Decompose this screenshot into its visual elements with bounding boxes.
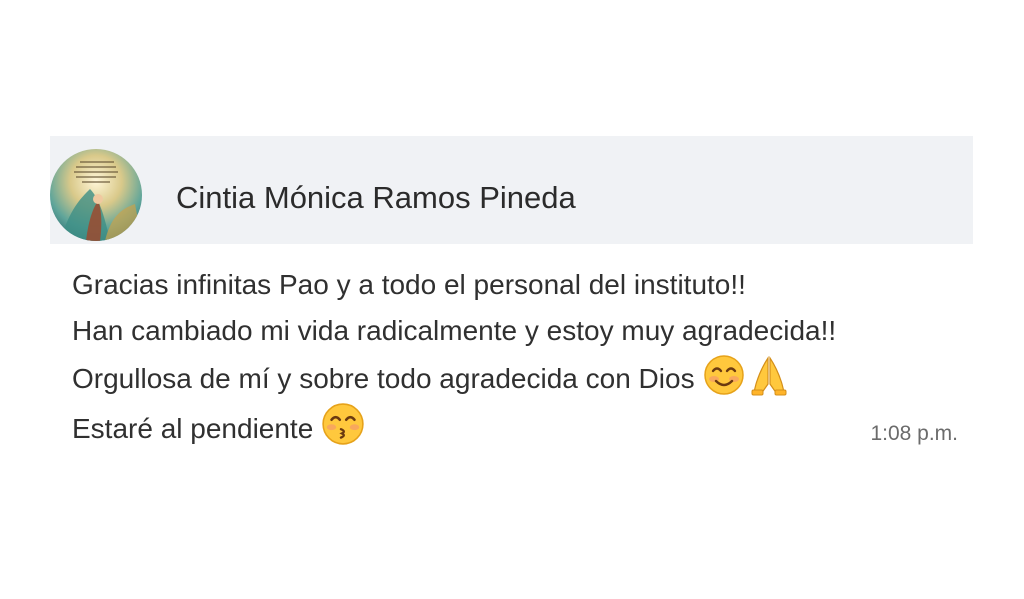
message-text: Gracias infinitas Pao y a todo el person… (72, 262, 836, 452)
message-bubble: Gracias infinitas Pao y a todo el person… (50, 244, 973, 450)
folded-hands-icon (749, 354, 789, 396)
message-line: Han cambiado mi vida radicalmente y esto… (72, 308, 836, 354)
chat-card: Cintia Mónica Ramos Pineda Gracias infin… (50, 136, 973, 450)
message-timestamp: 1:08 p.m. (870, 422, 958, 445)
message-line-text: Estaré al pendiente (72, 413, 314, 444)
message-line-text: Gracias infinitas Pao y a todo el person… (72, 269, 746, 300)
contact-name: Cintia Mónica Ramos Pineda (176, 180, 576, 215)
message-line: Gracias infinitas Pao y a todo el person… (72, 262, 836, 308)
avatar[interactable] (50, 149, 142, 241)
message-line: Orgullosa de mí y sobre todo agradecida … (72, 354, 836, 402)
message-line: Estaré al pendiente (72, 402, 836, 452)
message-line-text: Orgullosa de mí y sobre todo agradecida … (72, 363, 695, 394)
kissing-face-with-smiling-eyes-icon (321, 402, 365, 446)
message-line-text: Han cambiado mi vida radicalmente y esto… (72, 315, 837, 346)
smiling-face-with-smiling-eyes-icon (703, 354, 745, 396)
chat-header: Cintia Mónica Ramos Pineda (50, 136, 973, 244)
